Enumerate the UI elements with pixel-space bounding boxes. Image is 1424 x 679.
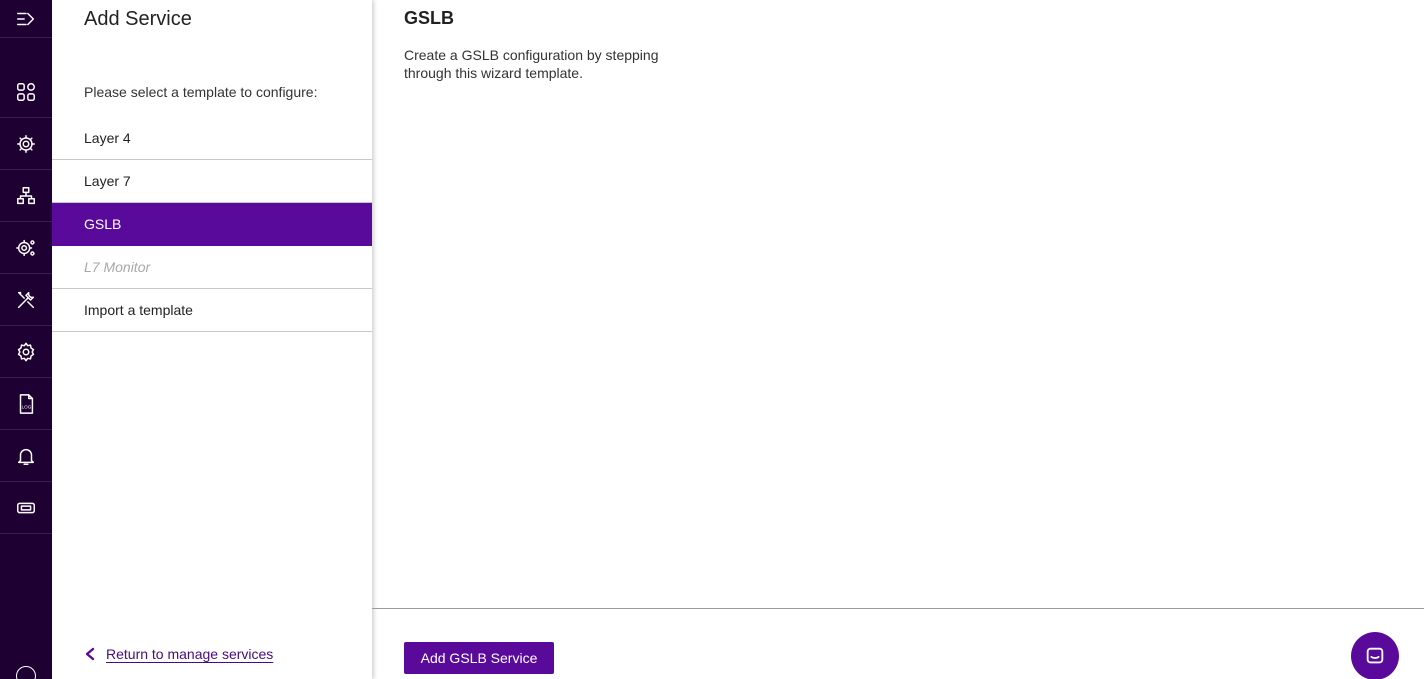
template-list: Layer 4 Layer 7 GSLB L7 Monitor Import a…: [52, 117, 372, 332]
panel-subtitle: Please select a template to configure:: [84, 84, 318, 100]
footer-divider: [372, 608, 1424, 609]
info-icon[interactable]: [16, 666, 36, 679]
add-service-button[interactable]: Add GSLB Service: [404, 642, 554, 674]
network-settings-icon[interactable]: [0, 118, 52, 170]
tools-icon[interactable]: [0, 274, 52, 326]
ticket-icon[interactable]: [0, 482, 52, 534]
menu-expand-icon[interactable]: [0, 0, 52, 38]
chevron-left-icon: [85, 647, 95, 661]
template-item-layer-7[interactable]: Layer 7: [52, 160, 372, 203]
template-item-l7-monitor: L7 Monitor: [52, 246, 372, 289]
return-link[interactable]: Return to manage services: [84, 646, 273, 662]
dashboard-icon[interactable]: [0, 66, 52, 118]
template-item-gslb[interactable]: GSLB: [52, 203, 372, 246]
template-item-import[interactable]: Import a template: [52, 289, 372, 332]
topology-icon[interactable]: [0, 170, 52, 222]
template-item-layer-4[interactable]: Layer 4: [52, 117, 372, 160]
panel-title: Add Service: [84, 8, 192, 30]
svg-text:LOG: LOG: [22, 404, 32, 409]
log-file-icon[interactable]: LOG: [0, 378, 52, 430]
chat-icon: [1366, 647, 1384, 664]
template-description: Create a GSLB configuration by stepping …: [404, 47, 659, 81]
cluster-settings-icon[interactable]: [0, 222, 52, 274]
icon-rail: LOG: [0, 0, 52, 679]
notifications-icon[interactable]: [0, 430, 52, 482]
page-title: GSLB: [404, 8, 455, 28]
return-link-label[interactable]: Return to manage services: [106, 646, 273, 662]
template-panel: Add Service Please select a template to …: [52, 0, 372, 679]
settings-icon[interactable]: [0, 326, 52, 378]
chat-launcher-button[interactable]: [1351, 632, 1399, 679]
